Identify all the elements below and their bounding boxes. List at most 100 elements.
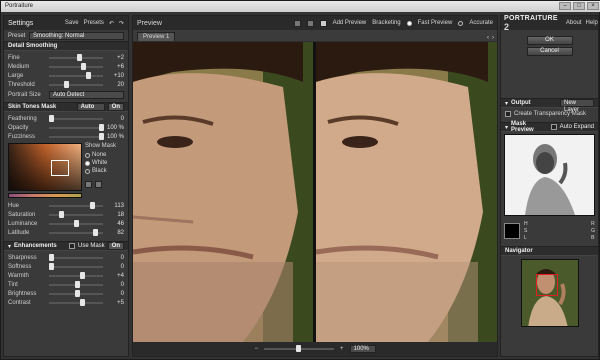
nav-right-icon[interactable]: › [492,35,494,41]
eyedropper-icon[interactable] [85,181,92,188]
slider-value[interactable]: 18 [106,212,124,218]
single-view-icon[interactable] [293,19,301,27]
skin-mask-toggle[interactable]: On [107,103,124,111]
slider-track[interactable] [49,298,103,306]
slider-value[interactable]: 0 [106,255,124,261]
slider-knob[interactable] [98,123,104,131]
split-horizontal-icon[interactable] [306,19,314,27]
zoom-slider[interactable] [264,345,334,352]
slider-medium[interactable]: Medium +6 [4,62,128,71]
slider-value[interactable]: 0 [106,264,124,270]
radio-icon[interactable] [85,152,90,158]
slider-knob[interactable] [98,132,104,140]
slider-feathering[interactable]: Feathering 0 [4,114,128,123]
radio-icon[interactable] [85,160,90,166]
about-link[interactable]: About [566,20,582,26]
navigator-viewport[interactable] [535,274,558,296]
slider-track[interactable] [49,280,103,288]
slider-fine[interactable]: Fine +2 [4,53,128,62]
before-view[interactable] [133,42,315,342]
color-selection-box[interactable] [51,160,69,176]
navigator-thumbnail[interactable] [520,259,579,327]
slider-tint[interactable]: Tint 0 [4,280,128,289]
nav-left-icon[interactable]: ‹ [487,35,489,41]
slider-value[interactable]: +10 [106,73,124,79]
chevron-down-icon[interactable]: ▾ [505,124,508,131]
cancel-button[interactable]: Cancel [526,47,573,56]
skin-mode-dropdown[interactable]: Auto [76,103,105,111]
detail-smoothing-header[interactable]: Detail Smoothing [4,41,128,51]
slider-track[interactable] [49,210,103,218]
after-view[interactable] [315,42,497,342]
slider-knob[interactable] [58,210,64,218]
maximize-icon[interactable]: □ [573,2,585,10]
slider-track[interactable] [49,262,103,270]
ok-button[interactable]: OK [526,36,573,45]
chevron-down-icon[interactable]: ▾ [505,100,508,107]
presets-button[interactable]: Presets [84,20,104,26]
slider-knob[interactable] [73,219,79,227]
slider-value[interactable]: 100 % [106,125,124,131]
undo-icon[interactable]: ↶ [109,20,114,27]
slider-track[interactable] [49,123,104,131]
zoom-knob[interactable] [295,345,301,352]
slider-hue[interactable]: Hue 113 [4,201,128,210]
slider-saturation[interactable]: Saturation 18 [4,210,128,219]
transparency-checkbox[interactable] [505,110,511,117]
transparency-row[interactable]: Create Transparency Mask [501,108,598,119]
slider-warmth[interactable]: Warmth +4 [4,271,128,280]
slider-track[interactable] [49,132,104,140]
slider-value[interactable]: 0 [106,116,124,122]
auto-expand-checkbox[interactable] [550,124,557,130]
slider-knob[interactable] [89,201,95,209]
zoom-in-icon[interactable]: + [340,346,344,352]
radio-white[interactable]: White [85,159,124,167]
skin-color-field[interactable] [8,143,82,191]
slider-value[interactable]: 0 [106,282,124,288]
slider-value[interactable]: 46 [106,221,124,227]
slider-track[interactable] [49,80,103,88]
mask-preview-header[interactable]: ▾ Mask Preview Auto Expand [501,121,598,133]
portrait-size-dropdown[interactable]: Auto Detect [49,90,124,99]
minimize-icon[interactable]: – [559,2,571,10]
slider-large[interactable]: Large +10 [4,71,128,80]
slider-value[interactable]: 100 % [106,134,124,140]
zoom-dropdown[interactable]: 100% [349,345,376,353]
slider-latitude[interactable]: Latitude 82 [4,228,128,237]
slider-brightness[interactable]: Brightness 0 [4,289,128,298]
slider-knob[interactable] [81,62,87,70]
preset-dropdown[interactable]: Smoothing: Normal [29,31,124,40]
slider-knob[interactable] [64,80,70,88]
slider-track[interactable] [49,71,103,79]
slider-track[interactable] [49,53,103,61]
use-mask-checkbox[interactable] [68,243,75,249]
chevron-down-icon[interactable]: ▾ [8,243,11,250]
slider-luminance[interactable]: Luminance 46 [4,219,128,228]
slider-softness[interactable]: Softness 0 [4,262,128,271]
slider-opacity[interactable]: Opacity 100 % [4,123,128,132]
slider-knob[interactable] [74,280,80,288]
split-vertical-icon[interactable] [319,19,327,27]
slider-track[interactable] [49,289,103,297]
save-button[interactable]: Save [65,20,79,26]
slider-value[interactable]: 0 [106,291,124,297]
navigator-header[interactable]: Navigator [501,246,598,256]
slider-knob[interactable] [77,53,83,61]
output-header[interactable]: ▾ Output New Layer [501,98,598,113]
slider-knob[interactable] [49,253,54,261]
tab-preview-1[interactable]: Preview 1 [137,32,176,41]
help-link[interactable]: Help [586,20,598,26]
skin-tones-header[interactable]: Skin Tones Mask Auto On [4,102,128,112]
settings-tab[interactable]: Settings [8,20,33,27]
close-icon[interactable]: × [587,2,599,10]
slider-knob[interactable] [74,289,80,297]
slider-track[interactable] [49,253,103,261]
slider-track[interactable] [49,201,103,209]
slider-knob[interactable] [93,228,99,236]
radio-black[interactable]: Black [85,167,124,175]
slider-track[interactable] [49,114,103,122]
slider-track[interactable] [49,62,103,70]
slider-value[interactable]: 20 [106,82,124,88]
slider-value[interactable]: +5 [106,300,124,306]
bracketing-button[interactable]: Bracketing [372,20,400,26]
